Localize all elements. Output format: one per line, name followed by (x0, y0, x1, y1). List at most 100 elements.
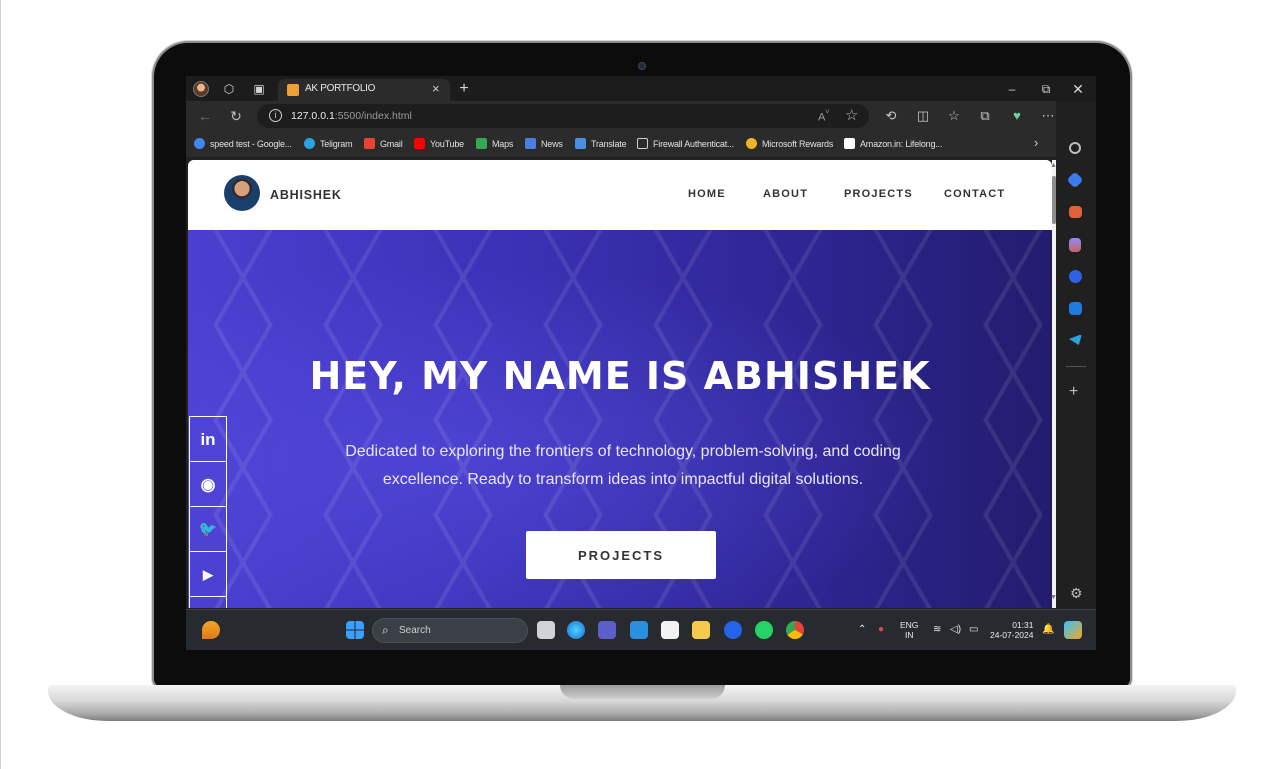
youtube-icon[interactable]: ▶ (190, 552, 226, 597)
nav-home[interactable]: HOME (688, 188, 726, 200)
task-view-icon[interactable] (537, 621, 555, 639)
tab-favicon-icon (287, 84, 299, 96)
tab-close-icon[interactable]: × (432, 81, 440, 96)
sidebar-settings-gear-icon[interactable]: ⚙ (1070, 585, 1083, 602)
site-logo-text[interactable]: ABHISHEK (270, 188, 342, 202)
bookmark-item[interactable]: Gmail (364, 138, 403, 149)
minimize-button[interactable]: – (1004, 81, 1020, 97)
taskbar-search-input[interactable]: ⌕ Search (372, 618, 528, 643)
projects-button[interactable]: PROJECTS (526, 531, 716, 579)
close-window-button[interactable]: ✕ (1070, 81, 1086, 97)
wifi-icon[interactable]: ≋ (933, 624, 941, 635)
volume-icon[interactable]: ◁) (950, 624, 961, 635)
laptop-notch (520, 43, 765, 76)
bookmark-label: Amazon.in: Lifelong... (860, 139, 943, 149)
hero-section: HEY, MY NAME IS ABHISHEK Dedicated to ex… (188, 230, 1052, 608)
google-icon (194, 138, 205, 149)
file-explorer-icon[interactable] (692, 621, 710, 639)
bookmark-label: speed test - Google... (210, 139, 292, 149)
laptop-screen: ⬡ ▣ AK PORTFOLIO × + – ⧉ ✕ ← ↻ i 127.0.0… (186, 76, 1096, 650)
bookmark-item[interactable]: Teligram (304, 138, 353, 149)
profile-avatar-icon[interactable] (193, 81, 209, 97)
collections-icon[interactable]: ⧉ (976, 107, 994, 125)
bookmark-label: YouTube (430, 139, 464, 149)
more-menu-icon[interactable]: ⋯ (1039, 107, 1057, 125)
github-icon[interactable]: ◉ (190, 462, 226, 507)
scroll-up-arrow-icon[interactable]: ▲ (1050, 162, 1057, 169)
edge-browser-icon[interactable] (567, 621, 585, 639)
bookmark-item[interactable]: Translate (575, 138, 627, 149)
chrome-icon[interactable] (786, 621, 804, 639)
hero-title: HEY, MY NAME IS ABHISHEK (309, 354, 931, 398)
hero-subtitle: Dedicated to exploring the frontiers of … (345, 443, 901, 488)
bookmark-item[interactable]: YouTube (414, 138, 464, 149)
page-scrollbar-track[interactable] (1052, 160, 1056, 608)
copilot-sidebar-icon[interactable] (1069, 270, 1082, 283)
linkedin-icon[interactable]: in (190, 417, 226, 462)
nav-projects[interactable]: PROJECTS (844, 188, 913, 200)
bookmark-item[interactable]: Firewall Authenticat... (637, 138, 734, 149)
browser-essentials-icon[interactable]: ♥ (1008, 107, 1026, 125)
avatar[interactable] (224, 175, 260, 211)
language-indicator[interactable]: ENG IN (900, 620, 918, 640)
favorites-icon[interactable]: ☆ (945, 107, 963, 125)
url-text: 127.0.0.1:5500/index.html (291, 110, 412, 122)
telegram-sidebar-icon[interactable] (1069, 334, 1082, 345)
tab-ak-portfolio[interactable]: AK PORTFOLIO × (278, 79, 450, 101)
zoom-icon[interactable] (724, 621, 742, 639)
add-sidebar-app-icon[interactable]: + (1069, 383, 1078, 401)
whatsapp-icon[interactable] (755, 621, 773, 639)
nav-about[interactable]: ABOUT (763, 188, 808, 200)
bookmark-item[interactable]: News (525, 138, 563, 149)
chevron-up-icon[interactable]: ⌃ (858, 624, 866, 635)
bookmark-item[interactable]: speed test - Google... (194, 138, 292, 149)
outlook-icon[interactable] (1069, 302, 1082, 315)
laptop-opening-notch (560, 685, 725, 699)
webcam-icon (638, 62, 646, 70)
scroll-down-arrow-icon[interactable]: ▼ (1050, 594, 1057, 601)
widgets-weather-icon[interactable] (202, 621, 220, 639)
battery-icon[interactable]: ▭ (969, 624, 978, 635)
shopping-tag-icon[interactable] (1066, 171, 1084, 189)
nav-contact[interactable]: CONTACT (944, 188, 1005, 200)
social-links-bar: in ◉ 🐦 ▶ ◎ (189, 416, 227, 608)
copilot-taskbar-icon[interactable] (1064, 621, 1082, 639)
vscode-icon[interactable] (630, 621, 648, 639)
url-path: :5500/index.html (334, 110, 412, 122)
workspaces-icon[interactable]: ⬡ (221, 81, 237, 97)
teams-icon[interactable] (598, 621, 616, 639)
favorite-star-icon[interactable]: ☆ (845, 106, 858, 124)
tray-app-icon[interactable]: ● (878, 624, 884, 635)
clock[interactable]: 01:31 24-07-2024 (990, 620, 1033, 640)
chevron-right-icon[interactable]: › (1034, 135, 1038, 150)
new-tab-button[interactable]: + (456, 81, 472, 97)
reload-icon[interactable]: ↻ (227, 107, 245, 125)
search-icon[interactable] (1069, 142, 1081, 154)
bookmark-item[interactable]: Microsoft Rewards (746, 138, 833, 149)
telegram-icon (304, 138, 315, 149)
extensions-icon[interactable]: ⟲ (882, 107, 900, 125)
split-screen-icon[interactable]: ◫ (914, 107, 932, 125)
twitter-icon[interactable]: 🐦 (190, 507, 226, 552)
notification-bell-icon[interactable]: 🔔 (1042, 624, 1054, 635)
back-arrow-icon[interactable]: ← (196, 107, 214, 125)
site-info-icon[interactable]: i (269, 109, 282, 122)
bookmark-item[interactable]: Maps (476, 138, 513, 149)
read-aloud-icon[interactable]: Aⱽ (818, 108, 829, 124)
bookmarks-bar: speed test - Google... Teligram Gmail Yo… (186, 131, 1056, 157)
gmail-icon (364, 138, 375, 149)
url-host: 127.0.0.1 (291, 110, 335, 122)
microsoft-store-icon[interactable] (661, 621, 679, 639)
amazon-icon (844, 138, 855, 149)
windows-start-icon[interactable] (346, 621, 364, 639)
restore-button[interactable]: ⧉ (1038, 81, 1054, 97)
instagram-icon[interactable]: ◎ (190, 597, 226, 608)
edge-sidebar: + ⚙ (1056, 101, 1096, 609)
tools-briefcase-icon[interactable] (1069, 206, 1082, 218)
page-scrollbar-thumb[interactable] (1052, 176, 1056, 224)
tab-actions-icon[interactable]: ▣ (251, 81, 267, 97)
address-bar[interactable]: i 127.0.0.1:5500/index.html Aⱽ ☆ (257, 104, 869, 128)
bookmark-item[interactable]: Amazon.in: Lifelong... (844, 138, 942, 149)
games-icon[interactable] (1069, 238, 1081, 252)
bookmark-label: Firewall Authenticat... (653, 139, 734, 149)
